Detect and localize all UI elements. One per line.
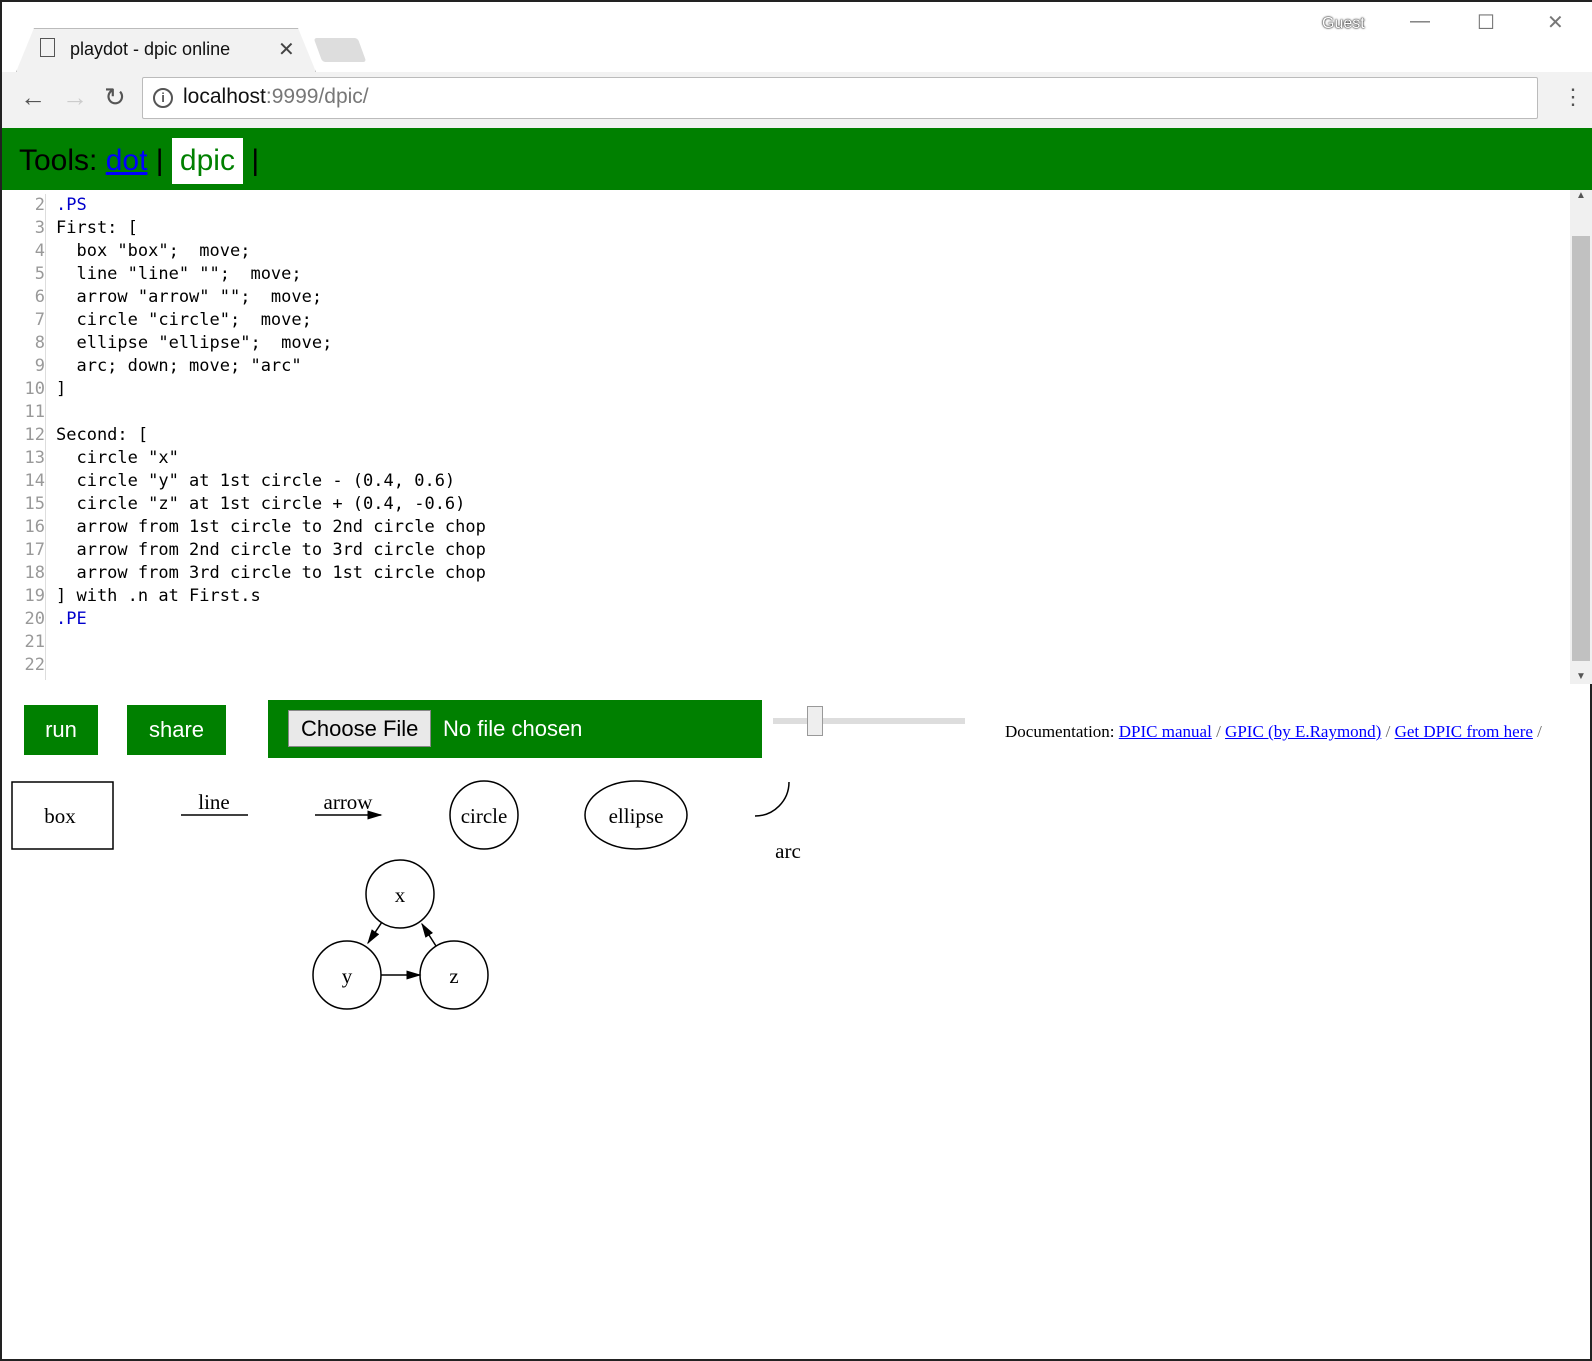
arrow-z-x (421, 922, 437, 947)
menu-icon[interactable]: ⋮ (1562, 84, 1584, 110)
code-line[interactable]: circle "z" at 1st circle + (0.4, -0.6) (56, 493, 486, 516)
line-number: 22 (24, 655, 45, 675)
line-number: 3 (34, 218, 45, 238)
code-line[interactable]: ] with .n at First.s (56, 585, 486, 608)
line-number: 21 (24, 632, 45, 652)
line-number: 14 (24, 471, 45, 491)
zoom-slider[interactable] (773, 718, 965, 724)
line-number: 19 (24, 586, 45, 606)
line-number: 15 (24, 494, 45, 514)
code-line[interactable]: ellipse "ellipse"; move; (56, 332, 486, 355)
code-line[interactable]: circle "x" (56, 447, 486, 470)
url-path: :9999/dpic/ (265, 85, 369, 108)
code-line[interactable]: arrow from 3rd circle to 1st circle chop (56, 562, 485, 585)
line-number: 2 (34, 195, 45, 215)
page-icon (40, 38, 55, 57)
code-line[interactable]: arrow from 1st circle to 2nd circle chop (56, 516, 485, 539)
code-line[interactable] (56, 654, 486, 677)
line-number: 4 (34, 241, 45, 261)
line-label: line (198, 790, 230, 814)
separator: / (1385, 722, 1391, 741)
y-label: y (342, 964, 353, 988)
tool-current-dpic[interactable]: dpic (171, 138, 243, 184)
maximize-icon[interactable]: ☐ (1477, 10, 1495, 35)
scrollbar-thumb[interactable] (1572, 236, 1590, 661)
slider-thumb[interactable] (807, 706, 823, 736)
code-line[interactable]: ] (56, 378, 486, 401)
code-line[interactable]: arrow from 2nd circle to 3rd circle chop (56, 539, 485, 562)
line-number: 18 (24, 563, 45, 583)
tab-title: playdot - dpic online (70, 39, 231, 59)
dpic-manual-link[interactable]: DPIC manual (1119, 722, 1212, 741)
reload-icon[interactable]: ↻ (104, 82, 126, 113)
line-number: 13 (24, 448, 45, 468)
code-line[interactable]: arrow "arrow" ""; move; (56, 286, 486, 309)
code-line[interactable]: .PE (56, 608, 486, 631)
code-line[interactable]: First: [ (56, 217, 486, 240)
arrow-label: arrow (324, 790, 374, 814)
line-number: 9 (34, 356, 45, 376)
editor-scrollbar[interactable]: ▲ ▼ (1570, 190, 1592, 684)
code-line[interactable]: circle "y" at 1st circle - (0.4, 0.6) (56, 470, 486, 493)
code-line[interactable]: box "box"; move; (56, 240, 486, 263)
scroll-down-icon[interactable]: ▼ (1570, 671, 1592, 682)
line-number: 6 (34, 287, 45, 307)
line-number: 8 (34, 333, 45, 353)
back-icon[interactable]: ← (20, 82, 46, 113)
docs-label: Documentation: (1005, 722, 1115, 741)
line-number: 7 (34, 310, 45, 330)
code-text[interactable]: .PS First: [ box "box"; move; line "line"… (56, 194, 486, 677)
line-number: 5 (34, 264, 45, 284)
code-editor[interactable]: 2 3 4 5 6 7 8 9 10 11 12 13 14 15 16 17 18 19 20 21 22 .PS Fi… (2, 190, 1572, 684)
code-line[interactable]: arc; down; move; "arc" (56, 355, 486, 378)
new-tab-button[interactable] (313, 38, 367, 62)
get-dpic-link[interactable]: Get DPIC from here (1395, 722, 1533, 741)
run-button[interactable]: run (24, 705, 98, 755)
separator: / (1216, 722, 1221, 741)
line-numbers: 2 3 4 5 6 7 8 9 10 11 12 13 14 15 16 17 18 19 20 21 22 (2, 194, 46, 680)
circle-label: circle (461, 804, 508, 828)
address-bar[interactable]: i localhost:9999/dpic/ (142, 77, 1538, 119)
line-number: 11 (24, 402, 45, 422)
tool-link-dot[interactable]: dot (106, 144, 148, 177)
separator: / (1537, 722, 1542, 741)
minimize-icon[interactable]: — (1410, 10, 1430, 33)
code-line[interactable]: Second: [ (56, 424, 486, 447)
scroll-up-icon[interactable]: ▲ (1570, 190, 1592, 201)
code-line[interactable]: line "line" ""; move; (56, 263, 486, 286)
code-line[interactable]: circle "circle"; move; (56, 309, 486, 332)
close-tab-icon[interactable]: ✕ (278, 37, 295, 62)
code-line[interactable] (56, 401, 486, 424)
arc-label: arc (775, 839, 801, 863)
arc-shape (754, 781, 790, 817)
code-line[interactable] (56, 631, 486, 654)
diagram-output: box line arrow circle ellipse arc x y z (11, 780, 801, 1010)
separator: | (251, 144, 260, 177)
file-upload: Choose File No file chosen (268, 700, 762, 758)
x-label: x (395, 883, 406, 907)
file-status: No file chosen (443, 716, 583, 741)
z-label: z (449, 964, 458, 988)
line-number: 16 (24, 517, 45, 537)
ellipse-label: ellipse (609, 804, 664, 828)
separator: | (155, 144, 164, 177)
share-button[interactable]: share (127, 705, 226, 755)
info-icon[interactable]: i (153, 88, 173, 108)
url-host: localhost (183, 85, 266, 108)
close-window-icon[interactable]: ✕ (1547, 10, 1564, 35)
profile-label[interactable]: Guest (1322, 15, 1365, 33)
line-number: 10 (24, 379, 45, 399)
tools-label: Tools: (19, 144, 98, 177)
tools-header: Tools: dot | dpic | (2, 128, 1592, 190)
forward-icon[interactable]: → (62, 82, 88, 113)
line-number: 20 (24, 609, 45, 629)
documentation: Documentation: DPIC manual / GPIC (by E.… (1005, 722, 1542, 742)
gpic-link[interactable]: GPIC (by E.Raymond) (1225, 722, 1381, 741)
code-line[interactable]: .PS (56, 194, 486, 217)
choose-file-button[interactable]: Choose File (288, 710, 432, 747)
line-number: 12 (24, 425, 45, 445)
box-label: box (44, 804, 76, 828)
arrow-x-y (367, 921, 383, 945)
line-number: 17 (24, 540, 45, 560)
